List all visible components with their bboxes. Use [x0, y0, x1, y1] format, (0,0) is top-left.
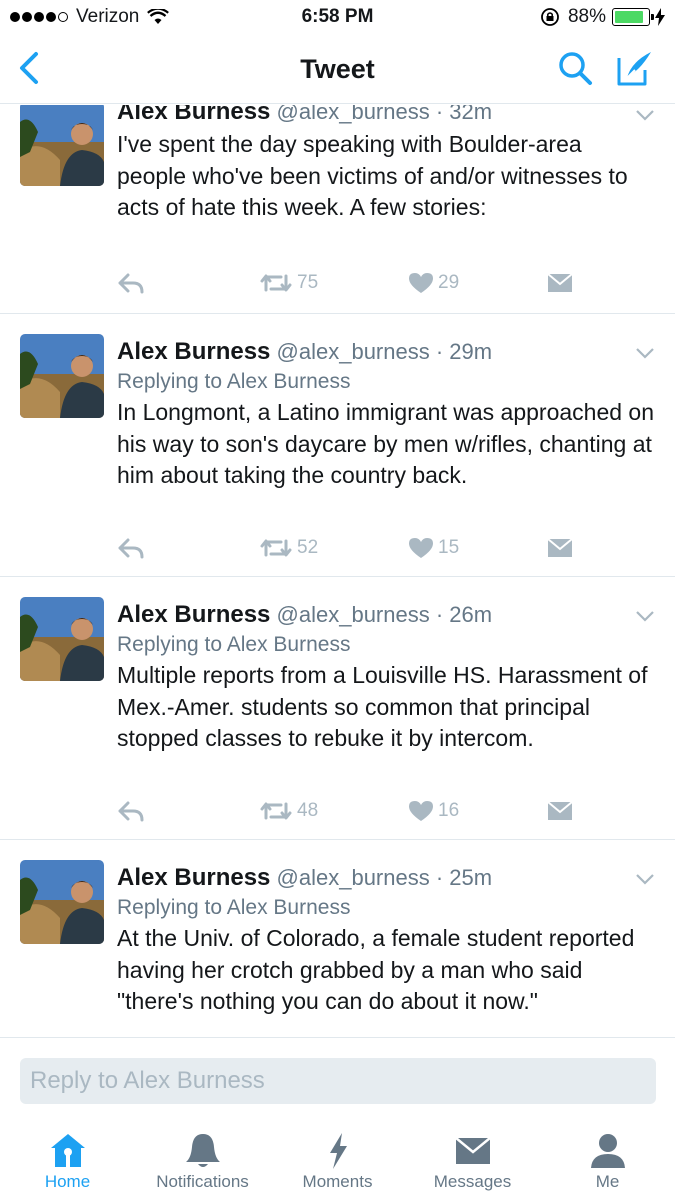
author-handle[interactable]: @alex_burness — [277, 105, 430, 124]
like-button[interactable]: 29 — [408, 272, 459, 294]
avatar[interactable] — [20, 105, 104, 186]
tweet-text: At the Univ. of Colorado, a female stude… — [117, 925, 635, 1014]
tab-label: Notifications — [156, 1172, 249, 1191]
rotation-lock-icon — [541, 8, 559, 26]
tweet-timestamp[interactable]: · 25m — [436, 865, 492, 890]
tab-label: Messages — [433, 1172, 512, 1191]
home-icon — [50, 1134, 85, 1167]
avatar[interactable] — [20, 334, 104, 418]
compose-tweet-icon[interactable] — [615, 48, 655, 88]
search-icon[interactable] — [557, 50, 593, 86]
tab-label: Moments — [302, 1172, 373, 1191]
tab-home[interactable]: Home — [0, 1117, 135, 1200]
direct-message-button[interactable] — [547, 538, 577, 558]
like-button[interactable]: 15 — [408, 537, 459, 559]
tweet-header: Alex Burness @alex_burness · 25m — [117, 863, 655, 893]
replying-to-label[interactable]: Replying to Alex Burness — [117, 367, 655, 397]
tab-me[interactable]: Me — [540, 1117, 675, 1200]
reply-button[interactable] — [117, 537, 149, 559]
like-count: 15 — [438, 537, 460, 558]
heart-icon — [409, 538, 433, 558]
tweet-text: I've spent the day speaking with Boulder… — [117, 131, 628, 220]
tweet-item[interactable]: Alex Burness @alex_burness · 29m Replyin… — [0, 314, 675, 577]
like-button[interactable]: 16 — [408, 800, 459, 822]
avatar[interactable] — [20, 860, 104, 944]
battery-level — [615, 11, 644, 23]
tweet-header: Alex Burness @alex_burness · 32m — [117, 105, 655, 127]
battery-percent: 88% — [567, 6, 606, 27]
retweet-count: 48 — [297, 800, 319, 821]
chevron-down-icon[interactable] — [635, 609, 655, 623]
reply-bar: Reply to Alex Burness — [0, 1037, 675, 1117]
retweet-button[interactable]: 52 — [259, 537, 318, 559]
author-name[interactable]: Alex Burness — [117, 864, 270, 891]
tweet-header: Alex Burness @alex_burness · 26m — [117, 600, 655, 630]
author-name[interactable]: Alex Burness — [117, 105, 270, 125]
battery-icon — [612, 8, 654, 26]
tab-label: Home — [44, 1172, 91, 1191]
retweet-count: 52 — [297, 537, 319, 558]
status-bar: Verizon 6:58 PM 88% — [0, 0, 675, 34]
tweet-actions: 75 29 — [117, 268, 575, 298]
tab-bar: Home Notifications Moments Messages Me — [0, 1117, 675, 1200]
person-icon — [590, 1134, 625, 1168]
tweet-text: Multiple reports from a Louisville HS. H… — [117, 662, 648, 751]
reply-icon — [118, 801, 144, 822]
author-name[interactable]: Alex Burness — [117, 601, 270, 628]
retweet-button[interactable]: 75 — [259, 272, 318, 294]
author-name[interactable]: Alex Burness — [117, 338, 270, 365]
heart-icon — [409, 801, 433, 821]
envelope-icon — [547, 273, 573, 292]
retweet-icon — [260, 274, 292, 292]
like-count: 16 — [438, 800, 460, 821]
bell-icon — [185, 1134, 220, 1167]
tweet-item[interactable]: Alex Burness @alex_burness · 26m Replyin… — [0, 577, 675, 840]
author-handle[interactable]: @alex_burness — [277, 339, 430, 364]
tab-label: Me — [595, 1172, 620, 1191]
tab-moments[interactable]: Moments — [270, 1117, 405, 1200]
reply-button[interactable] — [117, 800, 149, 822]
reply-icon — [118, 273, 144, 294]
tweet-actions: 52 15 — [117, 533, 575, 563]
retweet-icon — [260, 802, 292, 820]
tweet-actions: 48 16 — [117, 796, 575, 826]
nav-bar: Tweet — [0, 34, 675, 104]
author-handle[interactable]: @alex_burness — [277, 865, 430, 890]
charging-bolt-icon — [655, 8, 665, 26]
avatar[interactable] — [20, 597, 104, 681]
tweet-timestamp[interactable]: · 32m — [436, 105, 492, 124]
tab-notifications[interactable]: Notifications — [135, 1117, 270, 1200]
direct-message-button[interactable] — [547, 801, 577, 821]
like-count: 29 — [438, 272, 460, 293]
reply-button[interactable] — [117, 272, 149, 294]
direct-message-button[interactable] — [547, 273, 577, 293]
replying-to-label[interactable]: Replying to Alex Burness — [117, 630, 655, 660]
reply-icon — [118, 538, 144, 559]
status-right: 88% — [540, 6, 665, 28]
retweet-icon — [260, 539, 292, 557]
chevron-down-icon[interactable] — [635, 872, 655, 886]
tab-messages[interactable]: Messages — [405, 1117, 540, 1200]
tweet-thread[interactable]: Alex Burness @alex_burness · 32m I've sp… — [0, 105, 675, 1037]
heart-icon — [409, 273, 433, 293]
tweet-item[interactable]: Alex Burness @alex_burness · 25m Replyin… — [0, 840, 675, 1037]
tweet-item[interactable]: Alex Burness @alex_burness · 32m I've sp… — [0, 105, 675, 314]
chevron-down-icon[interactable] — [635, 346, 655, 360]
tweet-timestamp[interactable]: · 26m — [436, 602, 492, 627]
lightning-icon — [329, 1133, 347, 1169]
tweet-timestamp[interactable]: · 29m — [436, 339, 492, 364]
author-handle[interactable]: @alex_burness — [277, 602, 430, 627]
envelope-icon — [547, 801, 573, 820]
chevron-down-icon[interactable] — [635, 108, 655, 122]
tweet-header: Alex Burness @alex_burness · 29m — [117, 337, 655, 367]
envelope-icon — [454, 1137, 491, 1164]
retweet-button[interactable]: 48 — [259, 800, 318, 822]
tweet-text: In Longmont, a Latino immigrant was appr… — [117, 399, 654, 488]
envelope-icon — [547, 538, 573, 557]
replying-to-label[interactable]: Replying to Alex Burness — [117, 893, 655, 923]
reply-input[interactable]: Reply to Alex Burness — [20, 1058, 656, 1104]
retweet-count: 75 — [297, 272, 319, 293]
